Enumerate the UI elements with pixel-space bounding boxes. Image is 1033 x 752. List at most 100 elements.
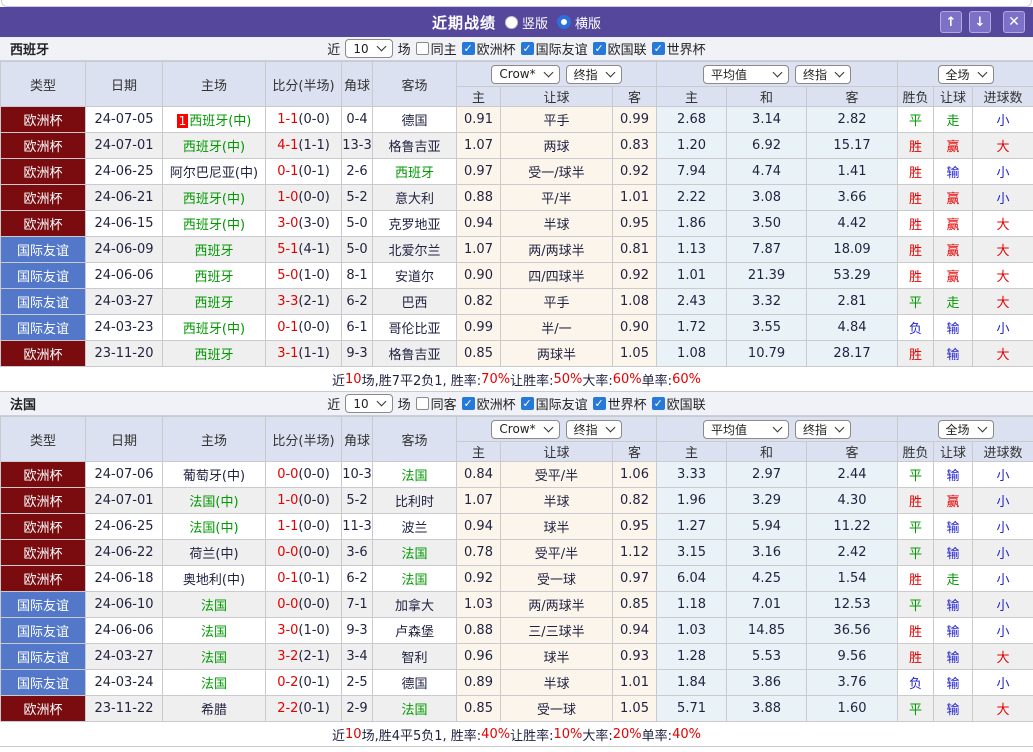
odds-time-select[interactable]: 终指 [565, 64, 622, 84]
date-cell: 24-06-06 [85, 617, 163, 644]
cup-filter-label[interactable]: 世界杯 [608, 394, 647, 413]
cup-filter[interactable]: ✓ 世界杯 [592, 394, 647, 413]
cup-filter[interactable]: ✓ 世界杯 [651, 39, 706, 58]
home-team-cell: 法国(中) [162, 513, 266, 540]
average-select[interactable]: 平均值 [703, 419, 790, 439]
view-option-vertical-label[interactable]: 竖版 [522, 13, 548, 32]
fullmatch-select[interactable]: 全场 [937, 64, 994, 84]
halftime-score: (2-1) [298, 649, 330, 664]
col-handicap: 让球 [500, 86, 613, 107]
col-date: 日期 [85, 416, 163, 462]
view-option-horizontal-label[interactable]: 横版 [575, 13, 601, 32]
same-venue-filter[interactable]: 同主 [415, 39, 457, 58]
home-team-cell: 希腊 [162, 695, 266, 722]
match-count-select[interactable]: 10 [345, 394, 393, 413]
away-team: 格鲁吉亚 [388, 140, 441, 155]
view-option-vertical[interactable]: 竖版 [504, 13, 548, 32]
cup-filter-label[interactable]: 国际友谊 [536, 39, 588, 58]
cup-filter[interactable]: ✓ 欧国联 [592, 39, 647, 58]
checkbox-checked-icon[interactable]: ✓ [520, 397, 534, 410]
away-team-cell: 德国 [372, 106, 457, 133]
match-row: 欧洲杯 24-06-21 西班牙(中) 1-0(0-0) 5-2 意大利 0.88 平/半 1.… [0, 184, 1033, 211]
checkbox-checked-icon[interactable]: ✓ [651, 42, 665, 55]
cup-filter[interactable]: ✓ 欧国联 [651, 394, 706, 413]
home-team-cell: 西班牙 [162, 288, 266, 315]
score-cell: 5-1(4-1) [265, 236, 342, 263]
result-cell: 平 [897, 106, 935, 133]
view-option-horizontal[interactable]: 横版 [557, 13, 601, 32]
home-team-cell: 西班牙 [162, 262, 266, 289]
handicap-result-cell: 走 [933, 565, 974, 592]
fulltime-score: 2-2 [277, 701, 299, 716]
cup-filter-label[interactable]: 欧洲杯 [477, 394, 516, 413]
checkbox-checked-icon[interactable]: ✓ [461, 42, 475, 55]
result-cell: 胜 [897, 184, 935, 211]
avg-away-odds: 53.29 [806, 262, 899, 289]
home-team-cell: 法国 [162, 643, 266, 670]
avg-away-odds: 2.44 [806, 461, 899, 488]
checkbox-unchecked-icon[interactable] [415, 42, 429, 55]
checkbox-checked-icon[interactable]: ✓ [651, 397, 665, 410]
crow-home-odds: 1.03 [456, 591, 501, 618]
fulltime-score: 0-0 [277, 597, 299, 612]
crow-home-odds: 1.07 [456, 487, 501, 514]
crow-home-odds: 0.84 [456, 461, 501, 488]
cup-filter[interactable]: ✓ 欧洲杯 [461, 394, 516, 413]
move-up-button[interactable]: ↑ [940, 11, 962, 33]
cup-filter[interactable]: ✓ 国际友谊 [520, 39, 588, 58]
cup-filter-label[interactable]: 国际友谊 [536, 394, 588, 413]
bookmaker-select[interactable]: Crow* [491, 64, 560, 84]
match-row: 欧洲杯 24-07-05 1 西班牙(中) 1-1(0-0) 0-4 德国 0.91 平手 0.9… [0, 106, 1033, 133]
col-score: 比分(半场) [265, 416, 342, 462]
panel-top-edge [1, 0, 1032, 7]
titlebar: 近期战绩 竖版 横版 ↑ ↓ ✕ [0, 7, 1033, 37]
corner-cell: 2-9 [341, 695, 373, 722]
checkbox-checked-icon[interactable]: ✓ [461, 397, 475, 410]
move-down-button[interactable]: ↓ [969, 11, 991, 33]
bookmaker-select[interactable]: Crow* [491, 419, 560, 439]
checkbox-unchecked-icon[interactable] [415, 397, 429, 410]
away-team-cell: 德国 [372, 669, 457, 696]
cup-filter-label[interactable]: 欧国联 [608, 39, 647, 58]
cup-filter-label[interactable]: 世界杯 [667, 39, 706, 58]
crow-away-odds: 1.01 [611, 669, 658, 696]
result-cell: 平 [897, 591, 935, 618]
home-team: 西班牙 [194, 270, 234, 285]
results-body: 欧洲杯 24-07-06 葡萄牙(中) 0-0(0-0) 10-3 法国 0.84 受平/半 1… [0, 461, 1033, 722]
same-venue-label[interactable]: 同客 [431, 394, 457, 413]
fulltime-score: 3-3 [277, 294, 299, 309]
cup-filter-label[interactable]: 欧洲杯 [477, 39, 516, 58]
checkbox-checked-icon[interactable]: ✓ [592, 42, 606, 55]
cup-filter[interactable]: ✓ 国际友谊 [520, 394, 588, 413]
col-date: 日期 [85, 61, 163, 107]
goals-cell: 大 [972, 132, 1033, 159]
summary-segment: 20% [612, 726, 642, 742]
checkbox-checked-icon[interactable]: ✓ [520, 42, 534, 55]
home-team-cell: 西班牙 [162, 236, 266, 263]
same-venue-label[interactable]: 同主 [431, 39, 457, 58]
fullmatch-select[interactable]: 全场 [937, 419, 994, 439]
fulltime-score: 5-1 [277, 242, 299, 257]
radio-unchecked-icon[interactable] [504, 15, 518, 29]
radio-checked-icon[interactable] [557, 15, 571, 29]
handicap-cell: 平手 [500, 106, 613, 133]
match-count-select[interactable]: 10 [345, 39, 393, 58]
average-select[interactable]: 平均值 [703, 64, 790, 84]
goals-cell: 大 [972, 262, 1033, 289]
close-button[interactable]: ✕ [1003, 11, 1025, 33]
away-team-cell: 卢森堡 [372, 617, 457, 644]
average-time-select[interactable]: 终指 [795, 64, 852, 84]
odds-time-select[interactable]: 终指 [565, 419, 622, 439]
match-row: 国际友谊 24-03-23 西班牙(中) 0-1(0-0) 6-1 哥伦比亚 0.99 半/一… [0, 314, 1033, 341]
avg-home-odds: 1.27 [656, 513, 728, 540]
average-time-select[interactable]: 终指 [795, 419, 852, 439]
score-cell: 0-1(0-1) [265, 158, 342, 185]
checkbox-checked-icon[interactable]: ✓ [592, 397, 606, 410]
chevron-down-icon [543, 422, 554, 432]
goals-cell: 小 [972, 617, 1033, 644]
score-cell: 0-2(0-1) [265, 669, 342, 696]
same-venue-filter[interactable]: 同客 [415, 394, 457, 413]
cup-filter[interactable]: ✓ 欧洲杯 [461, 39, 516, 58]
avg-away-odds: 2.81 [806, 288, 899, 315]
cup-filter-label[interactable]: 欧国联 [667, 394, 706, 413]
